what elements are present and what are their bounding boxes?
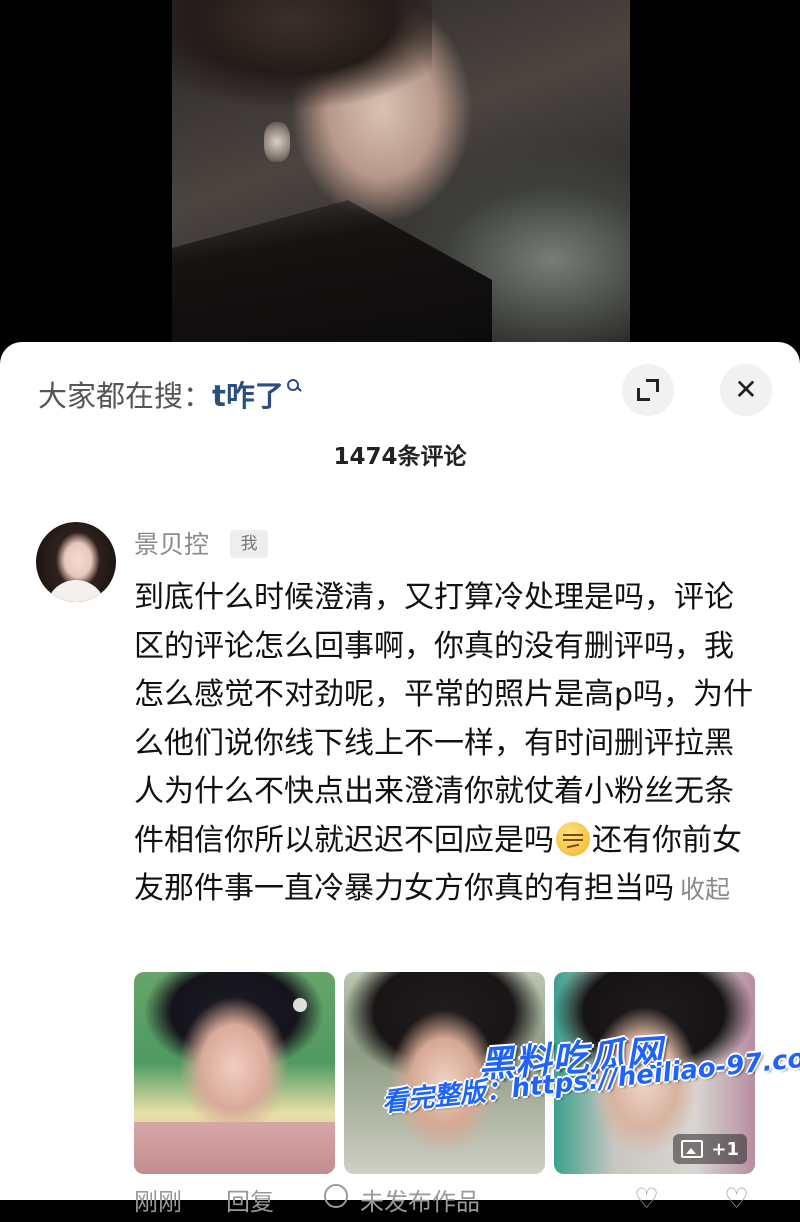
avatar[interactable] <box>36 522 116 602</box>
me-badge: 我 <box>230 530 268 558</box>
comment-footer: 刚刚 回复 未发布作品 ♡ ♡ <box>134 1182 774 1222</box>
search-icon <box>286 379 302 393</box>
tag-icon <box>293 998 307 1012</box>
image-stack-icon <box>681 1140 704 1158</box>
photo-hair <box>172 0 432 120</box>
photo-earring <box>264 122 290 162</box>
author-note-icon <box>324 1184 348 1208</box>
close-button[interactable]: ✕ <box>720 364 772 416</box>
trending-search-term[interactable]: t咋了 <box>212 373 284 415</box>
close-icon: ✕ <box>734 373 758 406</box>
more-images-count: +1 <box>711 1138 739 1160</box>
trending-search[interactable]: 大家都在搜： t咋了 <box>38 372 302 416</box>
more-images-badge[interactable]: +1 <box>673 1134 747 1164</box>
trending-search-prefix: 大家都在搜： <box>38 379 213 413</box>
comment-username[interactable]: 景贝控 <box>134 525 209 561</box>
comment-text-part1: 到底什么时候澄清，又打算冷处理是吗，评论区的评论怎么回事啊，你真的没有删评吗，我… <box>134 580 754 858</box>
like-icon[interactable]: ♡ <box>634 1182 659 1215</box>
photo-coat <box>172 200 492 360</box>
collapse-link[interactable]: 收起 <box>680 875 730 904</box>
comment-image-1[interactable] <box>134 972 335 1174</box>
comments-count-title: 1474条评论 <box>333 444 467 470</box>
dislike-icon[interactable]: ♡ <box>724 1182 749 1215</box>
top-media <box>0 0 800 360</box>
expand-icon <box>637 379 659 401</box>
video-photo[interactable] <box>172 0 630 360</box>
comment-text: 到底什么时候澄清，又打算冷处理是吗，评论区的评论怎么回事啊，你真的没有删评吗，我… <box>134 574 760 915</box>
unamused-face-emoji-icon <box>556 821 590 856</box>
expand-button[interactable] <box>622 364 674 416</box>
